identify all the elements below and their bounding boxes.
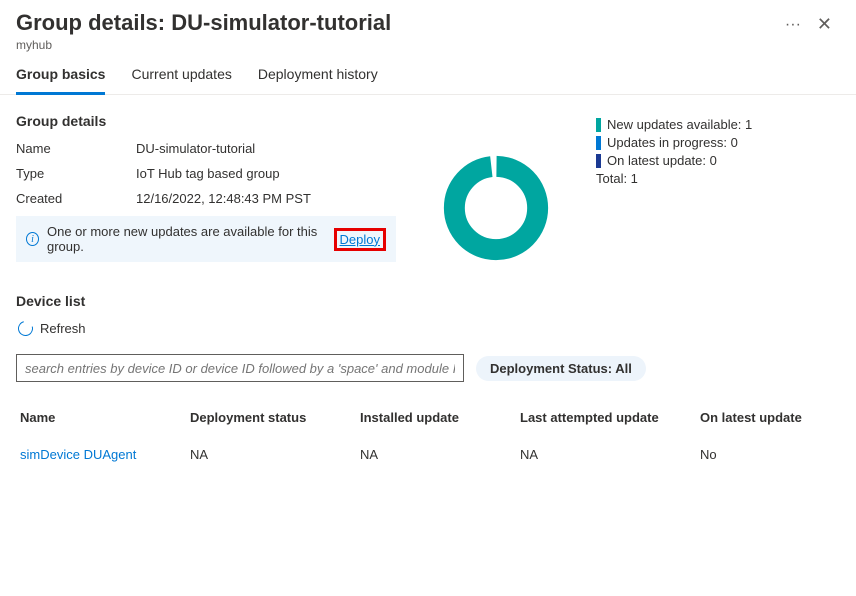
legend-swatch — [596, 154, 601, 168]
cell-latest: No — [700, 447, 836, 462]
more-actions-button[interactable]: ··· — [777, 10, 809, 40]
table-row: simDevice DUAgent NA NA NA No — [16, 433, 840, 476]
legend-total-label: Total: 1 — [596, 171, 638, 186]
legend-item-latest: On latest update: 0 — [596, 153, 840, 168]
col-header-deployment[interactable]: Deployment status — [190, 410, 360, 425]
legend-swatch — [596, 118, 601, 132]
group-details-heading: Group details — [16, 113, 396, 129]
page-title: Group details: DU-simulator-tutorial — [16, 10, 777, 36]
cell-installed: NA — [360, 447, 520, 462]
device-name-link[interactable]: simDevice DUAgent — [20, 447, 190, 462]
tab-deployment-history[interactable]: Deployment history — [258, 66, 378, 94]
donut-chart — [396, 113, 596, 263]
legend-label: New updates available: 1 — [607, 117, 752, 132]
banner-text: One or more new updates are available fo… — [47, 224, 332, 254]
deploy-highlight: Deploy — [334, 228, 386, 251]
refresh-button[interactable]: Refresh — [18, 321, 840, 336]
refresh-label: Refresh — [40, 321, 86, 336]
tabs: Group basics Current updates Deployment … — [0, 52, 856, 95]
legend: New updates available: 1 Updates in prog… — [596, 113, 840, 263]
detail-label: Created — [16, 191, 136, 206]
legend-swatch — [596, 136, 601, 150]
col-header-last[interactable]: Last attempted update — [520, 410, 700, 425]
detail-label: Type — [16, 166, 136, 181]
detail-row-created: Created 12/16/2022, 12:48:43 PM PST — [16, 191, 396, 206]
legend-item-progress: Updates in progress: 0 — [596, 135, 840, 150]
device-list-heading: Device list — [16, 293, 840, 309]
legend-label: On latest update: 0 — [607, 153, 717, 168]
cell-deployment: NA — [190, 447, 360, 462]
detail-row-name: Name DU-simulator-tutorial — [16, 141, 396, 156]
info-icon: i — [26, 232, 39, 246]
col-header-installed[interactable]: Installed update — [360, 410, 520, 425]
legend-item-new: New updates available: 1 — [596, 117, 840, 132]
page-subtitle: myhub — [16, 38, 777, 52]
refresh-icon — [15, 318, 35, 338]
detail-value: DU-simulator-tutorial — [136, 141, 255, 156]
tab-current-updates[interactable]: Current updates — [131, 66, 231, 94]
detail-row-type: Type IoT Hub tag based group — [16, 166, 396, 181]
deploy-link[interactable]: Deploy — [340, 232, 380, 247]
col-header-name[interactable]: Name — [20, 410, 190, 425]
legend-total: Total: 1 — [596, 171, 840, 186]
cell-last: NA — [520, 447, 700, 462]
info-banner: i One or more new updates are available … — [16, 216, 396, 262]
deployment-status-filter[interactable]: Deployment Status: All — [476, 356, 646, 381]
detail-label: Name — [16, 141, 136, 156]
search-input[interactable] — [16, 354, 464, 382]
legend-label: Updates in progress: 0 — [607, 135, 738, 150]
close-button[interactable]: ✕ — [809, 10, 840, 39]
detail-value: IoT Hub tag based group — [136, 166, 280, 181]
tab-group-basics[interactable]: Group basics — [16, 66, 105, 95]
table-header: Name Deployment status Installed update … — [16, 402, 840, 433]
col-header-latest[interactable]: On latest update — [700, 410, 836, 425]
device-table: Name Deployment status Installed update … — [16, 402, 840, 476]
detail-value: 12/16/2022, 12:48:43 PM PST — [136, 191, 311, 206]
